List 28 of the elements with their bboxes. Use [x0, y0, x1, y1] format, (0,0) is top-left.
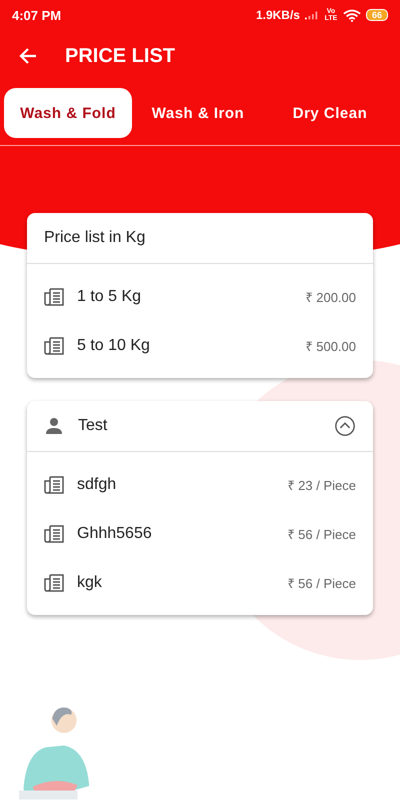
price: ₹ 23 / Piece — [288, 476, 356, 494]
card-title: Test — [78, 417, 108, 435]
page-title: PRICE LIST — [65, 44, 176, 68]
price: ₹ 200.00 — [306, 288, 356, 306]
status-time: 4:07 PM — [12, 8, 62, 22]
newspaper-icon — [44, 524, 64, 542]
card-title: Price list in Kg — [44, 229, 146, 247]
collapse-icon[interactable] — [334, 415, 356, 437]
newspaper-icon — [44, 336, 64, 354]
item-name: sdfgh — [77, 476, 118, 494]
signal-icon — [304, 10, 319, 20]
person-icon — [44, 416, 64, 436]
newspaper-icon — [44, 476, 64, 494]
network-speed: 1.9KB/s — [256, 8, 300, 22]
newspaper-icon — [44, 288, 64, 306]
tab[interactable]: Wash & Fold — [4, 88, 132, 138]
tab[interactable]: Dry Clean — [264, 88, 396, 138]
item-name: kgk — [77, 574, 103, 592]
weight-range: 5 to 10 Kg — [77, 336, 151, 354]
item-name: Ghhh5656 — [77, 524, 153, 542]
weight-range: 1 to 5 Kg — [77, 288, 142, 306]
back-icon[interactable] — [18, 46, 38, 66]
price: ₹ 56 / Piece — [288, 574, 356, 592]
wifi-icon — [342, 8, 361, 22]
price: ₹ 500.00 — [306, 338, 356, 354]
tab[interactable]: Wash & Iron — [132, 88, 264, 138]
price: ₹ 56 / Piece — [288, 526, 356, 542]
newspaper-icon — [44, 574, 64, 592]
